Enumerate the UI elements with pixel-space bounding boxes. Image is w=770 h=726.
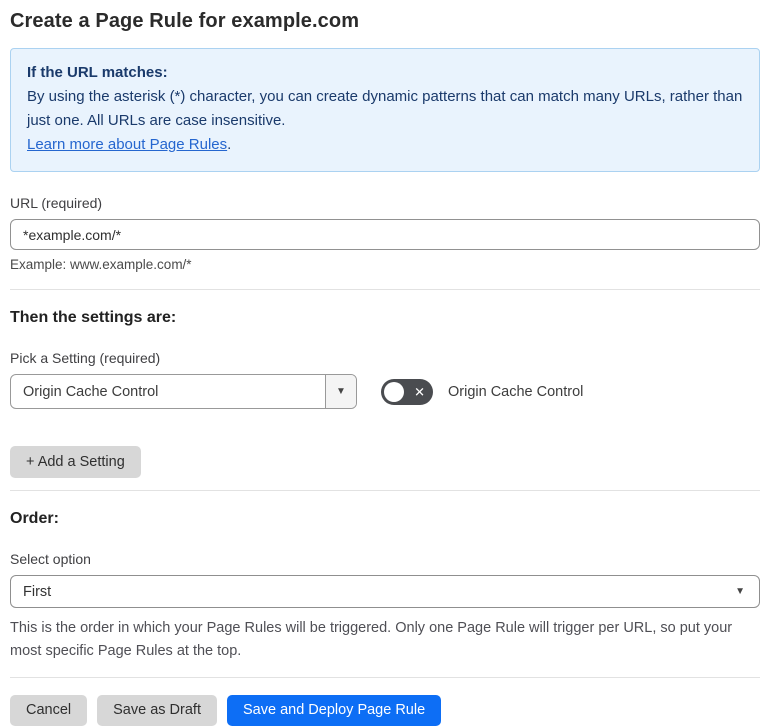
info-box-link-line: Learn more about Page Rules. — [27, 133, 743, 157]
save-draft-button[interactable]: Save as Draft — [97, 695, 217, 726]
toggle-off-x-icon: ✕ — [414, 384, 425, 399]
order-help-text: This is the order in which your Page Rul… — [10, 620, 733, 659]
url-match-info-box: If the URL matches: By using the asteris… — [10, 48, 760, 172]
divider — [10, 490, 760, 491]
origin-cache-control-toggle[interactable]: ✕ — [381, 378, 433, 405]
settings-section-heading: Then the settings are: — [10, 309, 177, 326]
divider — [10, 677, 760, 678]
order-section-heading: Order: — [10, 510, 59, 527]
link-suffix: . — [227, 136, 232, 153]
page-rule-form: Create a Page Rule for example.com If th… — [0, 0, 770, 726]
info-box-heading: If the URL matches: — [27, 64, 168, 81]
divider — [10, 289, 760, 290]
chevron-down-icon: ▼ — [336, 385, 346, 397]
toggle-label: Origin Cache Control — [448, 383, 584, 400]
url-example-text: Example: www.example.com/* — [10, 257, 192, 272]
select-option-label: Select option — [10, 551, 91, 567]
footer-buttons: Cancel Save as Draft Save and Deploy Pag… — [10, 695, 760, 726]
page-title: Create a Page Rule for example.com — [10, 10, 360, 32]
setting-select[interactable]: Origin Cache Control ▼ — [10, 374, 357, 409]
order-select-value: First — [23, 583, 52, 600]
url-input[interactable] — [10, 219, 760, 250]
toggle-knob — [384, 381, 404, 402]
pick-setting-label: Pick a Setting (required) — [10, 350, 161, 366]
setting-row: Origin Cache Control ▼ ✕ Origin Cache Co… — [10, 374, 760, 409]
setting-select-arrow-button[interactable]: ▼ — [325, 375, 356, 408]
setting-select-value: Origin Cache Control — [23, 383, 159, 400]
add-setting-button[interactable]: + Add a Setting — [10, 446, 141, 478]
info-box-body: By using the asterisk (*) character, you… — [27, 88, 743, 129]
save-deploy-button[interactable]: Save and Deploy Page Rule — [226, 695, 442, 726]
order-select[interactable]: First ▼ — [10, 575, 760, 608]
url-label: URL (required) — [10, 195, 103, 211]
chevron-down-icon: ▼ — [735, 585, 745, 597]
learn-more-link[interactable]: Learn more about Page Rules — [27, 136, 227, 153]
cancel-button[interactable]: Cancel — [10, 695, 88, 726]
